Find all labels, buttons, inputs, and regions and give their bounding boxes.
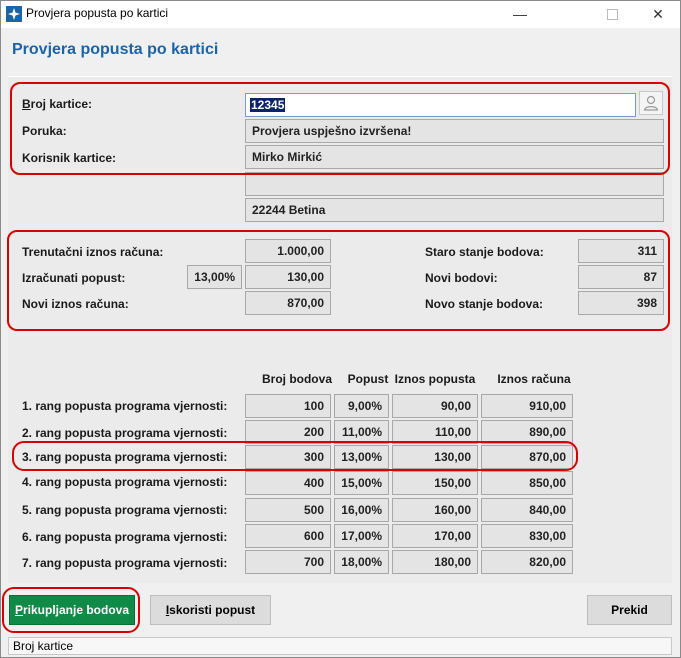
message-label: Poruka: xyxy=(22,124,67,138)
tier-invoice-amount: 870,00 xyxy=(481,445,573,469)
col-invoice-amount-header: Iznos računa xyxy=(497,372,571,386)
tier-label: 7. rang popusta programa vjernosti: xyxy=(22,556,228,570)
new-amount-field: 870,00 xyxy=(245,291,331,315)
use-discount-button[interactable]: Iskoristi popust xyxy=(150,595,271,625)
old-points-label: Staro stanje bodova: xyxy=(425,245,544,259)
new-balance-field: 398 xyxy=(578,291,664,315)
new-points-label: Novi bodovi: xyxy=(425,271,498,285)
tier-label: 2. rang popusta programa vjernosti: xyxy=(22,426,228,440)
minimize-icon[interactable]: — xyxy=(497,0,543,28)
tier-points: 500 xyxy=(245,498,331,522)
current-amount-field: 1.000,00 xyxy=(245,239,331,263)
tier-points: 700 xyxy=(245,550,331,574)
tier-points: 100 xyxy=(245,394,331,418)
maximize-icon[interactable] xyxy=(589,0,635,28)
new-balance-label: Novo stanje bodova: xyxy=(425,297,544,311)
cancel-button[interactable]: Prekid xyxy=(587,595,672,625)
tier-invoice-amount: 840,00 xyxy=(481,498,573,522)
status-bar: Broj kartice xyxy=(8,637,672,655)
tier-discount: 13,00% xyxy=(334,445,389,469)
card-number-input[interactable]: 12345 xyxy=(245,93,636,117)
tier-invoice-amount: 820,00 xyxy=(481,550,573,574)
tier-label: 5. rang popusta programa vjernosti: xyxy=(22,503,228,517)
tier-discount-amount: 110,00 xyxy=(392,420,478,444)
tier-discount-amount: 130,00 xyxy=(392,445,478,469)
calculated-discount-percent: 13,00% xyxy=(187,265,242,289)
tier-label: 3. rang popusta programa vjernosti: xyxy=(22,450,228,464)
app-icon xyxy=(6,6,22,22)
user-lookup-button[interactable] xyxy=(639,91,663,115)
tier-points: 300 xyxy=(245,445,331,469)
page-title: Provjera popusta po kartici xyxy=(12,41,219,58)
new-amount-label: Novi iznos računa: xyxy=(22,297,129,311)
user-icon xyxy=(643,95,659,111)
tier-discount-amount: 180,00 xyxy=(392,550,478,574)
tier-invoice-amount: 910,00 xyxy=(481,394,573,418)
tier-points: 600 xyxy=(245,524,331,548)
old-points-field: 311 xyxy=(578,239,664,263)
tier-discount-amount: 90,00 xyxy=(392,394,478,418)
cardholder-label: Korisnik kartice: xyxy=(22,151,117,165)
window-title: Provjera popusta po kartici xyxy=(26,6,169,20)
message-field: Provjera uspješno izvršena! xyxy=(245,119,664,143)
new-points-field: 87 xyxy=(578,265,664,289)
card-number-label: Broj kartice: xyxy=(22,97,93,111)
tier-discount-amount: 160,00 xyxy=(392,498,478,522)
tier-discount: 16,00% xyxy=(334,498,389,522)
tier-discount-amount: 170,00 xyxy=(392,524,478,548)
calculated-discount-label: Izračunati popust: xyxy=(22,271,126,285)
tier-discount-amount: 150,00 xyxy=(392,471,478,495)
tier-points: 200 xyxy=(245,420,331,444)
address-line-2: 22244 Betina xyxy=(245,198,664,222)
tier-discount: 15,00% xyxy=(334,471,389,495)
tier-invoice-amount: 830,00 xyxy=(481,524,573,548)
address-line-1 xyxy=(245,172,664,196)
collect-points-button[interactable]: Prikupljanje bodova xyxy=(9,595,135,625)
tier-label: 1. rang popusta programa vjernosti: xyxy=(22,399,228,413)
col-discount-amount-header: Iznos popusta xyxy=(394,372,476,386)
tier-invoice-amount: 890,00 xyxy=(481,420,573,444)
cardholder-field: Mirko Mirkić xyxy=(245,145,664,169)
tier-discount: 17,00% xyxy=(334,524,389,548)
close-icon[interactable]: ✕ xyxy=(635,0,681,28)
tier-label: 4. rang popusta programa vjernosti: xyxy=(22,475,228,489)
tier-discount: 11,00% xyxy=(334,420,389,444)
calculated-discount-field: 130,00 xyxy=(245,265,331,289)
tier-label: 6. rang popusta programa vjernosti: xyxy=(22,530,228,544)
tier-discount: 9,00% xyxy=(334,394,389,418)
current-amount-label: Trenutačni iznos računa: xyxy=(22,245,164,259)
tier-discount: 18,00% xyxy=(334,550,389,574)
tier-points: 400 xyxy=(245,471,331,495)
tier-invoice-amount: 850,00 xyxy=(481,471,573,495)
